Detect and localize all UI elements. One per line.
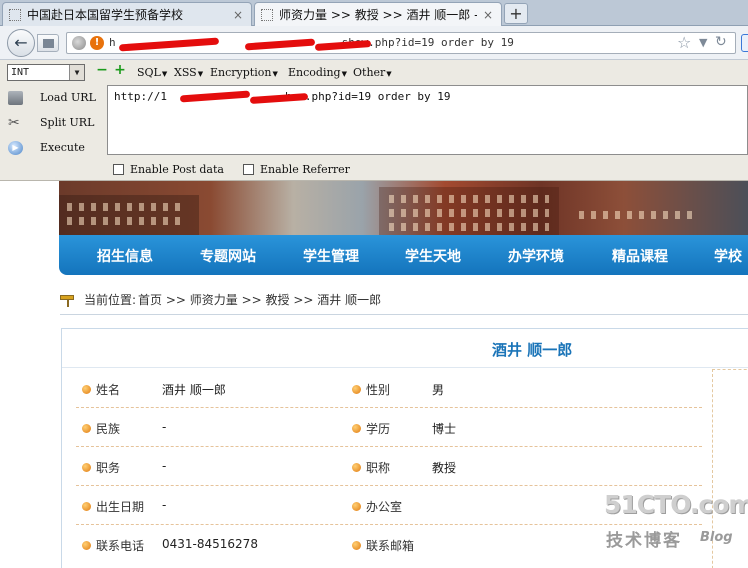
field-value: 0431-84516278	[162, 537, 258, 551]
bullet-icon	[82, 463, 91, 472]
table-row: 姓名 酒井 顺一郎 性别 男	[76, 369, 702, 408]
breadcrumb: 当前位置: 首页 >> 师资力量 >> 教授 >> 酒井 顺一郎	[60, 291, 381, 308]
warning-icon: !	[90, 36, 104, 50]
bullet-icon	[352, 424, 361, 433]
increment-icon[interactable]: +	[114, 63, 126, 77]
menu-xss[interactable]: XSS▼	[174, 66, 203, 79]
caret-down-icon: ▼	[197, 70, 204, 78]
scissors-icon: ✂	[8, 115, 20, 131]
checkbox-box[interactable]	[113, 164, 124, 175]
signpost-icon	[60, 293, 76, 307]
bullet-icon	[82, 385, 91, 394]
play-icon: ▶	[8, 141, 23, 155]
menu-other[interactable]: Other▼	[353, 66, 392, 79]
field-label: 联系电话	[96, 539, 145, 553]
bullet-icon	[82, 541, 91, 550]
campus-banner-image	[59, 181, 748, 235]
execute-label: Execute	[40, 141, 85, 154]
checkbox-box[interactable]	[243, 164, 254, 175]
enable-referrer-checkbox[interactable]: Enable Referrer	[243, 163, 350, 176]
field-label: 民族	[96, 422, 121, 436]
caret-down-icon: ▼	[272, 70, 278, 78]
bullet-icon	[82, 502, 91, 511]
field-value: -	[162, 498, 167, 512]
field-label: 学历	[366, 422, 391, 436]
decrement-icon[interactable]: −	[96, 63, 108, 77]
bullet-icon	[352, 541, 361, 550]
sidebar-button[interactable]	[741, 34, 748, 52]
profile-name-heading: 酒井 顺一郎	[492, 341, 573, 359]
load-url-icon	[8, 91, 23, 105]
field-label: 职务	[96, 461, 121, 475]
close-icon[interactable]: ×	[231, 8, 245, 22]
enable-post-checkbox[interactable]: Enable Post data	[113, 163, 224, 176]
field-value: -	[162, 420, 167, 434]
tab-groups-button[interactable]	[37, 34, 59, 52]
field-value: 教授	[432, 461, 457, 475]
breadcrumb-label: 当前位置:	[84, 293, 137, 307]
nav-item-courses[interactable]: 精品课程	[612, 246, 668, 266]
site-nav-bar: 招生信息 专题网站 学生管理 学生天地 办学环境 精品课程 学校	[59, 235, 748, 275]
select-value: INT	[11, 67, 30, 78]
bullet-icon	[352, 463, 361, 472]
close-icon[interactable]: ×	[481, 8, 495, 22]
field-label: 办公室	[366, 500, 403, 514]
menu-encryption[interactable]: Encryption▼	[210, 66, 278, 79]
field-value: -	[162, 459, 167, 473]
field-label: 职称	[366, 461, 391, 475]
arrow-left-icon: ←	[14, 33, 28, 52]
bullet-icon	[352, 385, 361, 394]
caret-down-icon: ▼	[341, 70, 347, 78]
field-value: 博士	[432, 422, 457, 436]
divider	[62, 367, 748, 368]
field-value: 男	[432, 383, 445, 397]
chevron-down-icon[interactable]: ▼	[699, 36, 707, 49]
nav-item-special-sites[interactable]: 专题网站	[200, 246, 256, 266]
tab-title: 中国赴日本国留学生预备学校	[27, 8, 184, 22]
bullet-icon	[352, 502, 361, 511]
execute-button[interactable]: ▶ Execute	[8, 139, 108, 159]
watermark-logo: 51CTO.com 技术博客 Blog	[604, 490, 748, 551]
back-button[interactable]: ←	[7, 29, 35, 57]
field-label: 出生日期	[96, 500, 145, 514]
field-label: 联系邮箱	[366, 539, 415, 553]
navigation-toolbar: ← ! h show.php?id=19 order by 19 ☆ ▼ ↻	[0, 26, 748, 60]
new-tab-button[interactable]: +	[504, 3, 528, 24]
url-bar[interactable]: ! h show.php?id=19 order by 19 ☆ ▼ ↻	[66, 32, 736, 54]
caret-down-icon: ▼	[386, 70, 392, 78]
table-row: 民族 - 学历 博士	[76, 408, 702, 447]
field-label: 性别	[366, 383, 391, 397]
bullet-icon	[82, 424, 91, 433]
nav-item-student-world[interactable]: 学生天地	[405, 246, 461, 266]
tab-title: 师资力量 >> 教授 >> 酒井 顺一郎 -	[279, 8, 477, 22]
menu-sql[interactable]: SQL▼	[137, 66, 167, 79]
breadcrumb-path[interactable]: 首页 >> 师资力量 >> 教授 >> 酒井 顺一郎	[138, 291, 381, 308]
tab-school-home[interactable]: 中国赴日本国留学生预备学校 ×	[2, 2, 252, 26]
chevron-down-icon[interactable]: ▼	[69, 65, 84, 80]
tab-strip: 中国赴日本国留学生预备学校 × 师资力量 >> 教授 >> 酒井 顺一郎 - ×…	[0, 0, 748, 26]
nav-item-student-management[interactable]: 学生管理	[303, 246, 359, 266]
table-row: 职务 - 职称 教授	[76, 447, 702, 486]
field-value: 酒井 顺一郎	[162, 383, 226, 397]
nav-item-admissions[interactable]: 招生信息	[97, 246, 153, 266]
hackbar-panel: INT ▼ − + SQL▼ XSS▼ Encryption▼ Encoding…	[0, 60, 748, 181]
field-label: 姓名	[96, 383, 121, 397]
tab-professor-page[interactable]: 师资力量 >> 教授 >> 酒井 顺一郎 - ×	[254, 2, 502, 26]
caret-down-icon: ▼	[161, 70, 168, 78]
load-url-label: Load URL	[40, 91, 96, 104]
globe-icon	[72, 36, 86, 50]
nav-item-environment[interactable]: 办学环境	[508, 246, 564, 266]
divider	[60, 314, 748, 315]
int-type-select[interactable]: INT ▼	[7, 64, 85, 81]
split-url-button[interactable]: ✂ Split URL	[8, 114, 108, 134]
menu-encoding[interactable]: Encoding▼	[288, 66, 347, 79]
nav-item-school[interactable]: 学校	[714, 246, 742, 266]
load-url-button[interactable]: Load URL	[8, 89, 108, 109]
bookmark-star-icon[interactable]: ☆	[677, 33, 691, 52]
grid-icon	[43, 39, 54, 48]
split-url-label: Split URL	[40, 116, 95, 129]
page-favicon-icon	[9, 8, 21, 21]
page-favicon-icon	[261, 8, 273, 21]
reload-icon[interactable]: ↻	[715, 34, 727, 50]
